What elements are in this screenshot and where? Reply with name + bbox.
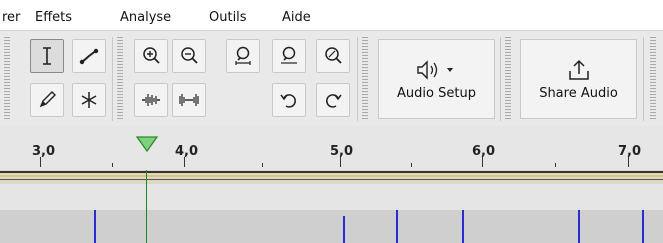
ruler-label: 4,0 [175,144,199,159]
toolbar-grip[interactable] [505,37,511,121]
toolbar-grip[interactable] [117,37,123,121]
zoom-in-button[interactable] [134,39,168,73]
ruler-label: 5,0 [330,144,354,159]
toolbar-separator [643,37,644,121]
trim-audio-button[interactable] [134,83,168,117]
menu-effects[interactable]: Effets [35,10,72,25]
fit-selection-button[interactable] [226,39,260,73]
share-audio-label: Share Audio [539,85,618,101]
ruler-tick [340,157,341,167]
ruler-tick [262,163,263,167]
clip-boundary[interactable] [343,216,345,243]
track-border-line [0,179,663,180]
share-audio-button[interactable]: Share Audio [520,39,637,119]
clip-boundary[interactable] [462,210,464,243]
track-background [0,184,663,210]
fit-project-button[interactable] [272,39,306,73]
multi-tool-button[interactable] [72,83,106,117]
envelope-tool-button[interactable] [72,39,106,73]
undo-button[interactable] [272,83,306,117]
speaker-icon [416,59,453,80]
clip-boundary[interactable] [396,210,398,243]
audio-setup-label: Audio Setup [397,85,476,101]
redo-icon [326,94,342,108]
playhead-marker-icon[interactable] [135,135,159,153]
draw-tool-button[interactable] [30,83,64,117]
zoom-fit-project-icon [281,46,297,64]
redo-button[interactable] [316,83,350,117]
clip-boundary[interactable] [94,210,96,243]
toolbar-separator [357,37,358,121]
ruler-tick [112,163,113,167]
zoom-in-icon [143,47,160,64]
timeline-ruler[interactable]: 3,0 4,0 5,0 6,0 7,0 [0,126,663,170]
audio-setup-button[interactable]: Audio Setup [378,39,495,119]
track-border-line [0,171,663,173]
toolbar-grip[interactable] [4,37,10,121]
toolbar-separator [112,37,113,121]
ruler-label: 6,0 [472,144,496,159]
track-header-strip [0,170,663,184]
menu-bar: rer Effets Analyse Outils Aide [0,0,663,30]
zoom-fit-selection-icon [235,46,251,65]
silence-audio-button[interactable] [172,83,206,117]
undo-icon [280,94,296,108]
ruler-tick [555,163,556,167]
clip-boundary[interactable] [642,210,644,243]
zoom-toggle-button[interactable] [316,39,350,73]
clip-boundary[interactable] [578,210,580,243]
menu-analyze[interactable]: Analyse [120,10,171,25]
share-icon [568,59,589,80]
audio-track[interactable] [0,210,663,243]
ruler-tick [482,157,483,167]
trim-audio-icon [142,94,160,106]
menu-partial-item[interactable]: rer [2,10,20,25]
ruler-tick [40,157,41,167]
track-border-line [0,175,663,177]
toolbar-grip[interactable] [650,37,656,121]
ruler-tick [628,157,629,167]
select-tool-button[interactable] [30,39,64,73]
toolbar-separator [500,37,501,121]
menu-help[interactable]: Aide [282,10,311,25]
zoom-toggle-icon [325,47,342,64]
zoom-out-icon [181,47,198,64]
ruler-label: 7,0 [618,144,642,159]
zoom-out-button[interactable] [172,39,206,73]
asterisk-icon [81,92,97,108]
text-cursor-icon [43,47,51,65]
toolbar-grip[interactable] [362,37,368,121]
menu-tools[interactable]: Outils [209,10,247,25]
ruler-label: 3,0 [32,144,56,159]
ruler-tick [411,163,412,167]
ruler-tick [184,157,185,167]
silence-audio-icon [179,94,199,106]
toolbar: Audio Setup Share Audio [0,30,663,127]
pencil-icon [39,91,56,108]
envelope-icon [79,48,99,65]
playhead-line [146,170,147,243]
